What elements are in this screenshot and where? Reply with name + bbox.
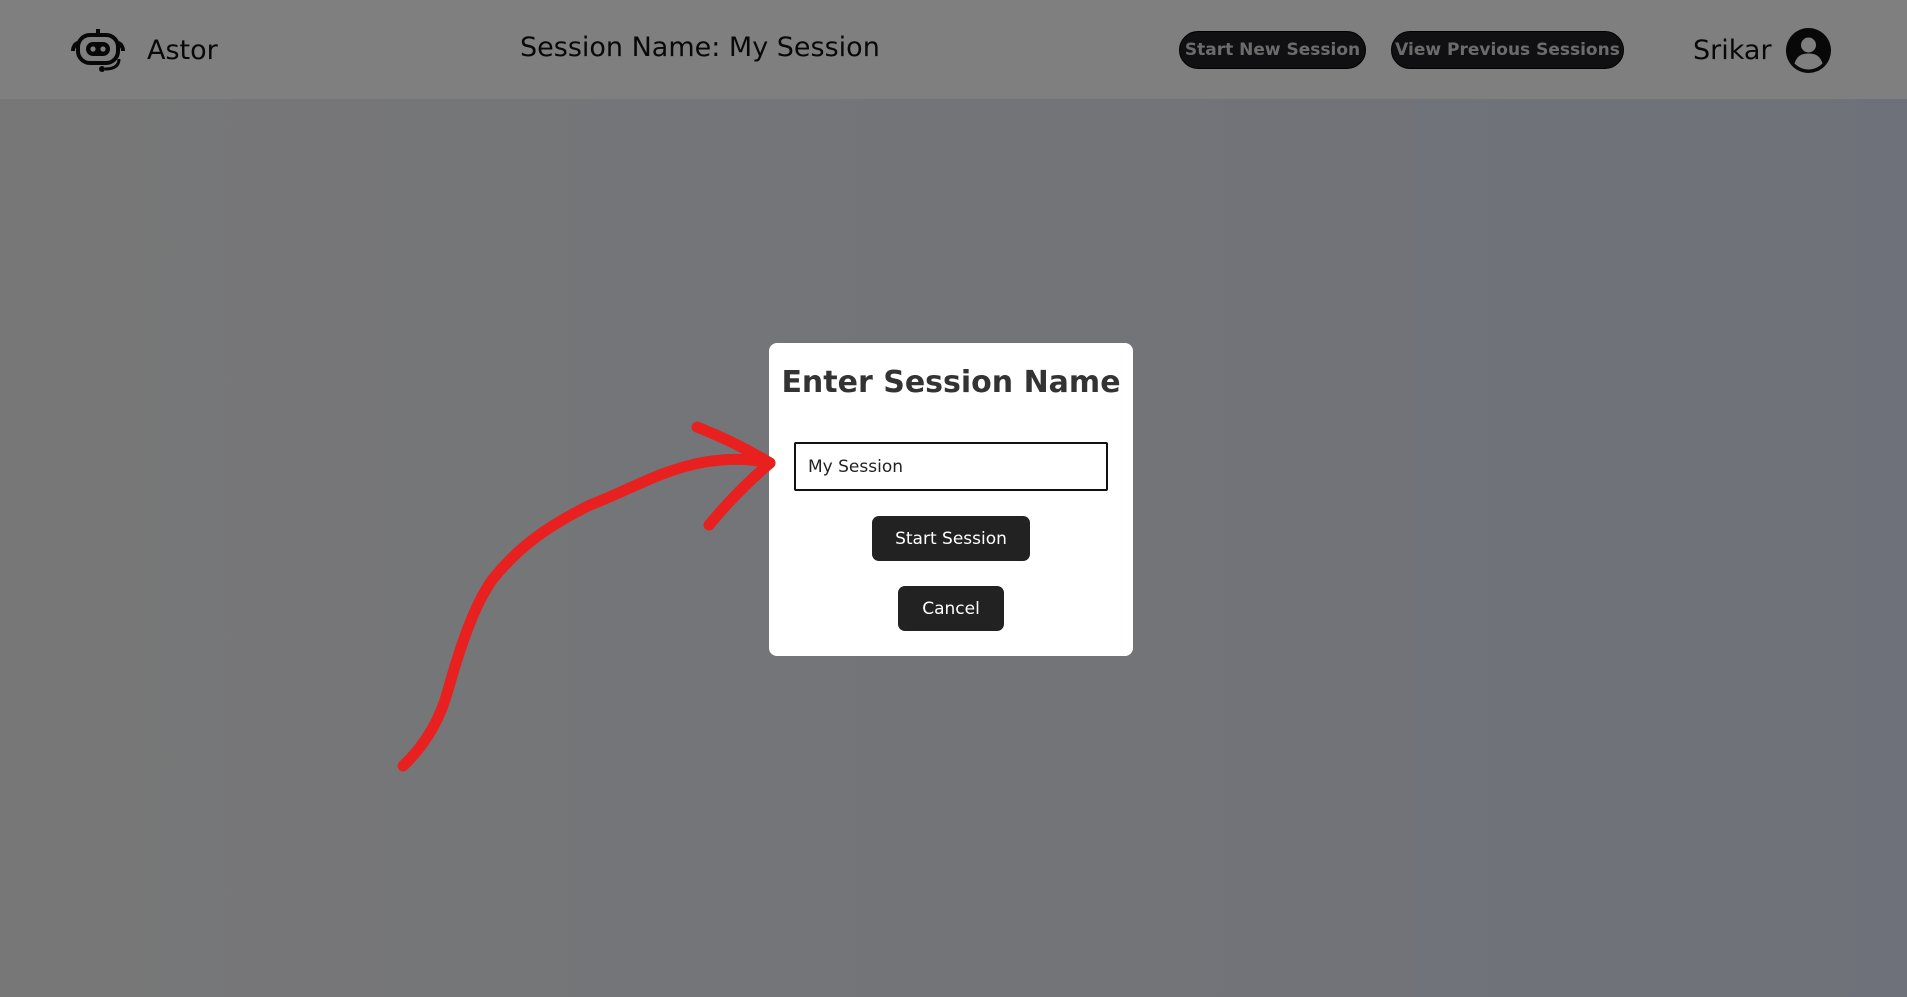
dialog-title: Enter Session Name	[781, 365, 1121, 400]
cancel-button[interactable]: Cancel	[898, 586, 1004, 631]
app-root: Astor Session Name: My Session Start New…	[0, 0, 1907, 997]
start-session-button[interactable]: Start Session	[872, 516, 1030, 561]
session-name-dialog: Enter Session Name Start Session Cancel	[769, 343, 1133, 656]
session-name-input[interactable]	[794, 442, 1108, 491]
